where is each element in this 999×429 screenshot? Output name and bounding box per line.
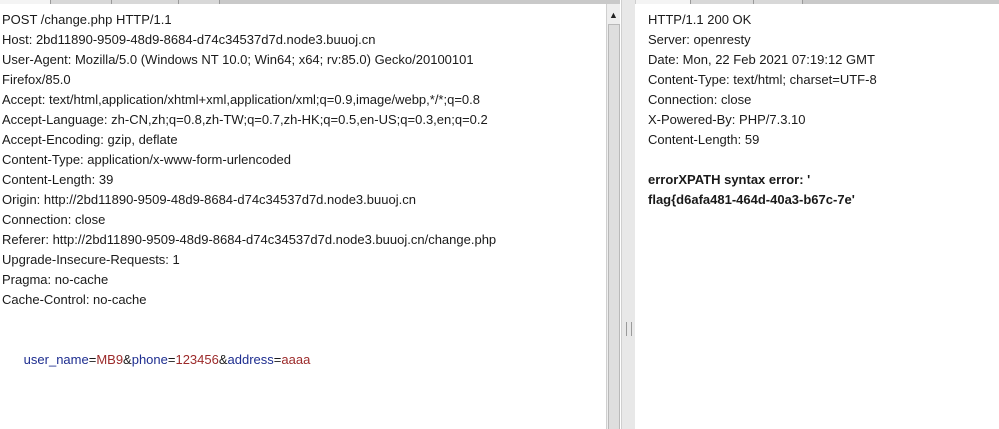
response-header-line: Server: openresty [648,32,751,47]
param-value: MB9 [96,352,124,367]
request-header-line: Connection: close [2,212,106,227]
request-header-line: Accept-Encoding: gzip, deflate [2,132,178,147]
request-scrollbar[interactable]: ▲ [606,4,620,429]
request-header-line: Host: 2bd11890-9509-48d9-8684-d74c34537d… [2,32,376,47]
response-header-line: HTTP/1.1 200 OK [648,12,752,27]
response-header-line: Date: Mon, 22 Feb 2021 07:19:12 GMT [648,52,875,67]
scroll-thumb[interactable] [608,24,620,429]
request-header-line: Firefox/85.0 [2,72,71,87]
param-value: aaaa [281,352,311,367]
splitter-grip-icon[interactable] [626,322,632,336]
request-header-line: Cache-Control: no-cache [2,292,147,307]
request-header-line: Content-Type: application/x-www-form-url… [2,152,292,167]
response-header-line: Content-Type: text/html; charset=UTF-8 [648,72,877,87]
request-header-line: Accept-Language: zh-CN,zh;q=0.8,zh-TW;q=… [2,112,488,127]
pane-splitter[interactable] [621,0,636,429]
response-viewer[interactable]: HTTP/1.1 200 OK Server: openresty Date: Mo… [635,4,999,429]
param-name: user_name [23,352,89,367]
request-header-line: User-Agent: Mozilla/5.0 (Windows NT 10.0… [2,52,474,67]
response-header-line: Content-Length: 59 [648,132,760,147]
scroll-up-arrow-icon[interactable]: ▲ [607,8,620,22]
request-editor[interactable]: POST /change.php HTTP/1.1 Host: 2bd11890-… [0,4,606,429]
request-header-line: Accept: text/html,application/xhtml+xml,… [2,92,480,107]
request-text[interactable]: POST /change.php HTTP/1.1 Host: 2bd11890-… [2,10,606,367]
request-header-line: Upgrade-Insecure-Requests: 1 [2,252,180,267]
request-body[interactable]: user_name=MB9&phone=123456&address=aaaa [2,330,606,367]
param-name: address [227,352,274,367]
request-header-line: POST /change.php HTTP/1.1 [2,12,172,27]
request-header-line: Content-Length: 39 [2,172,114,187]
request-header-line: Pragma: no-cache [2,272,109,287]
response-body-line: errorXPATH syntax error: ' [648,172,811,187]
response-header-line: Connection: close [648,92,752,107]
param-name: phone [131,352,168,367]
request-header-line: Origin: http://2bd11890-9509-48d9-8684-d… [2,192,416,207]
response-header-line: X-Powered-By: PHP/7.3.10 [648,112,806,127]
response-body-line: flag{d6afa481-464d-40a3-b67c-7e' [648,192,855,207]
response-text[interactable]: HTTP/1.1 200 OK Server: openresty Date: Mo… [648,10,999,210]
request-header-line: Referer: http://2bd11890-9509-48d9-8684-… [2,232,497,247]
param-value: 123456 [175,352,219,367]
